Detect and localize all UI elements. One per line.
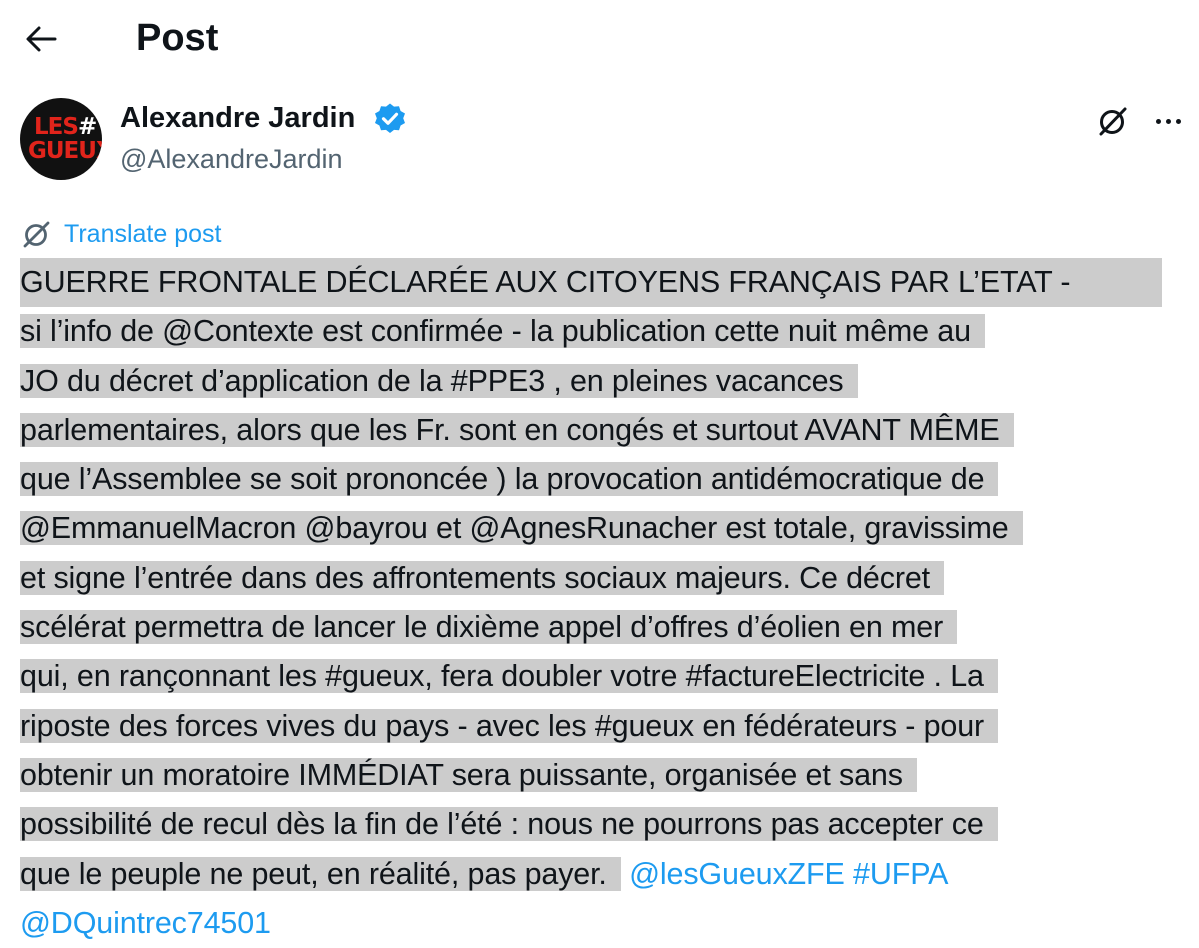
mention-agnesrunacher[interactable]: @AgnesRunacher <box>470 511 718 545</box>
mention-emmanuelmacron[interactable]: @EmmanuelMacron <box>20 511 296 545</box>
verified-badge-icon <box>375 103 405 133</box>
back-arrow-icon <box>26 26 57 52</box>
top-bar: Post <box>0 0 1199 78</box>
mention-lesgueuxzfe[interactable]: @lesGueuxZFE <box>629 857 845 891</box>
post-line-6: @EmmanuelMacron @bayrou et @AgnesRunache… <box>20 504 1195 553</box>
hashtag-ufpa[interactable]: #UFPA <box>853 857 948 891</box>
more-options-button[interactable] <box>1150 106 1186 136</box>
page-title: Post <box>136 17 219 59</box>
author-handle[interactable]: @AlexandreJardin <box>120 142 343 176</box>
post-line-4: parlementaires, alors que les Fr. sont e… <box>20 406 1195 455</box>
avatar[interactable]: LES# GUEUX <box>20 98 102 180</box>
mention-dquintrec74501[interactable]: @DQuintrec74501 <box>20 906 271 940</box>
post-line-8: scélérat permettra de lancer le dixième … <box>20 603 1195 652</box>
post-line-9: qui, en rançonnant les #gueux, fera doub… <box>20 652 1195 701</box>
mention-contexte[interactable]: @Contexte <box>162 314 314 348</box>
post-text: GUERRE FRONTALE DÉCLARÉE AUX CITOYENS FR… <box>20 258 1195 948</box>
post-line-10: riposte des forces vives du pays - avec … <box>20 702 1195 751</box>
more-dot-icon <box>1175 118 1181 124</box>
post-line-14: @DQuintrec74501 <box>20 899 1195 948</box>
translate-post-label: Translate post <box>64 219 222 248</box>
hashtag-gueux[interactable]: #gueux <box>325 659 424 693</box>
hashtag-gueux[interactable]: #gueux <box>595 709 694 743</box>
mention-bayrou[interactable]: @bayrou <box>305 511 428 545</box>
translate-post-button[interactable]: Translate post <box>20 218 221 250</box>
grok-translate-icon <box>23 221 50 248</box>
more-dot-icon <box>1165 118 1171 124</box>
avatar-text-bottom: GUEUX <box>28 138 102 164</box>
hashtag-ppe3[interactable]: #PPE3 <box>451 364 545 398</box>
post-line-5: que l’Assemblee se soit prononcée ) la p… <box>20 455 1195 504</box>
post-line-13: que le peuple ne peut, en réalité, pas p… <box>20 856 949 891</box>
grok-icon[interactable] <box>1096 104 1130 138</box>
back-button[interactable] <box>20 18 62 60</box>
more-dot-icon <box>1155 118 1161 124</box>
post-line-1: GUERRE FRONTALE DÉCLARÉE AUX CITOYENS FR… <box>20 258 1195 308</box>
avatar-text-top: LES# <box>34 114 97 140</box>
post-line-3: JO du décret d’application de la #PPE3 ,… <box>20 357 1195 406</box>
post-line-12: possibilité de recul dès la fin de l’été… <box>20 800 1195 849</box>
hashtag-factureelectricite[interactable]: #factureElectricite <box>686 659 926 693</box>
author-name[interactable]: Alexandre Jardin <box>120 100 355 136</box>
post-line-2: si l’info de @Contexte est confirmée - l… <box>20 307 1195 356</box>
post-line-7: et signe l’entrée dans des affrontements… <box>20 554 1195 603</box>
post-line-11: obtenir un moratoire IMMÉDIAT sera puiss… <box>20 751 1195 800</box>
